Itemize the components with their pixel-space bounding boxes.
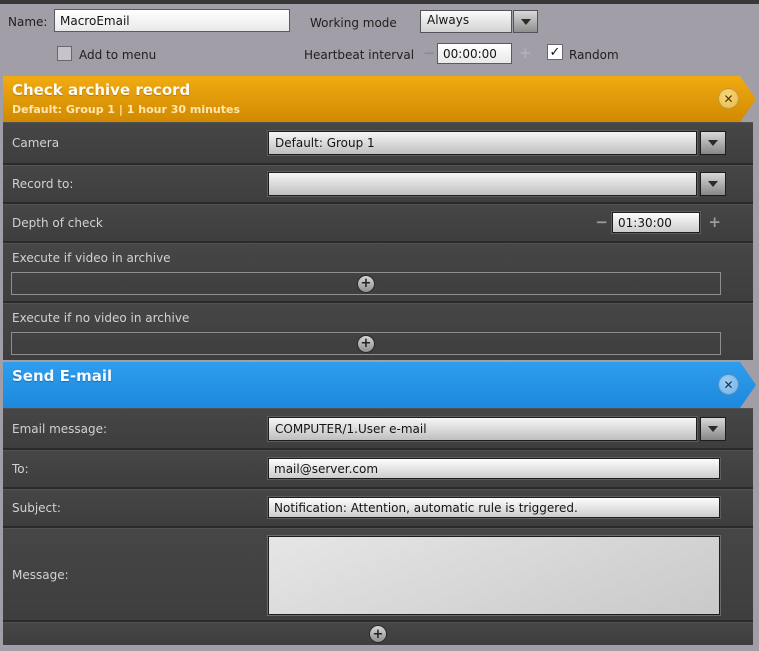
random-checkbox[interactable]: ✓ <box>547 44 563 60</box>
check-archive-close-button[interactable]: ✕ <box>718 88 739 109</box>
execute-if-video-row: Execute if video in archive + <box>3 243 753 301</box>
chevron-down-icon <box>708 140 718 146</box>
depth-of-check-label: Depth of check <box>12 216 103 230</box>
add-action-button[interactable]: + <box>357 275 375 293</box>
name-label: Name: <box>8 15 47 29</box>
subject-label: Subject: <box>12 501 61 515</box>
plus-icon: + <box>373 628 384 641</box>
message-textarea[interactable] <box>268 536 720 615</box>
add-action-button[interactable]: + <box>357 335 375 353</box>
plus-icon: + <box>361 337 372 350</box>
add-to-menu-checkbox[interactable] <box>57 46 72 61</box>
working-mode-select[interactable]: Always <box>420 10 512 33</box>
to-label: To: <box>12 462 29 476</box>
add-action-row: + <box>3 622 753 645</box>
to-row: To: <box>3 450 753 487</box>
working-mode-dropdown-button[interactable] <box>513 10 538 33</box>
email-message-select[interactable]: COMPUTER/1.User e-mail <box>268 417 697 441</box>
check-archive-header: Check archive record Default: Group 1 | … <box>3 76 756 122</box>
heartbeat-minus-button[interactable]: − <box>423 44 436 62</box>
execute-if-video-label: Execute if video in archive <box>12 251 171 265</box>
email-message-row: Email message: COMPUTER/1.User e-mail <box>3 408 753 448</box>
to-input[interactable] <box>268 458 720 479</box>
execute-if-no-video-row: Execute if no video in archive + <box>3 303 753 360</box>
check-archive-panel: Camera Default: Group 1 Record to: Depth… <box>3 122 753 360</box>
random-label: Random <box>569 48 619 62</box>
working-mode-label: Working mode <box>310 16 397 30</box>
email-message-dropdown-button[interactable] <box>700 417 726 441</box>
execute-if-no-video-label: Execute if no video in archive <box>12 311 189 325</box>
camera-row: Camera Default: Group 1 <box>3 122 753 163</box>
check-archive-subtitle: Default: Group 1 | 1 hour 30 minutes <box>12 103 756 116</box>
macro-editor: Name: Working mode Always Add to menu He… <box>0 0 759 651</box>
send-email-panel: Email message: COMPUTER/1.User e-mail To… <box>3 408 753 645</box>
add-action-button[interactable]: + <box>369 625 387 643</box>
depth-plus-button[interactable]: + <box>708 213 721 231</box>
record-to-label: Record to: <box>12 177 73 191</box>
send-email-close-button[interactable]: ✕ <box>718 374 739 395</box>
plus-icon: + <box>361 277 372 290</box>
record-to-select[interactable] <box>268 172 697 196</box>
send-email-header: Send E-mail ✕ <box>3 362 756 408</box>
camera-select[interactable]: Default: Group 1 <box>268 131 697 155</box>
execute-if-no-video-drop-zone[interactable]: + <box>11 332 721 355</box>
email-message-label: Email message: <box>12 422 107 436</box>
heartbeat-label: Heartbeat interval <box>304 48 414 62</box>
subject-input[interactable] <box>268 497 720 518</box>
chevron-down-icon <box>708 181 718 187</box>
record-to-row: Record to: <box>3 165 753 202</box>
depth-input[interactable] <box>612 212 700 233</box>
heartbeat-input[interactable] <box>437 43 512 64</box>
top-edge-strip <box>0 0 759 4</box>
subject-row: Subject: <box>3 489 753 526</box>
add-to-menu-label: Add to menu <box>79 48 156 62</box>
check-icon: ✓ <box>550 45 561 60</box>
heartbeat-plus-button[interactable]: + <box>519 44 532 62</box>
send-email-title: Send E-mail <box>12 367 756 385</box>
message-row: Message: <box>3 528 753 620</box>
record-to-dropdown-button[interactable] <box>700 172 726 196</box>
camera-label: Camera <box>12 136 59 150</box>
close-icon: ✕ <box>723 92 733 106</box>
depth-of-check-row: Depth of check − + <box>3 204 753 241</box>
chevron-down-icon <box>521 19 531 25</box>
check-archive-title: Check archive record <box>12 81 756 99</box>
close-icon: ✕ <box>723 378 733 392</box>
depth-minus-button[interactable]: − <box>595 213 608 231</box>
message-label: Message: <box>12 568 69 582</box>
chevron-down-icon <box>708 426 718 432</box>
execute-if-video-drop-zone[interactable]: + <box>11 272 721 295</box>
camera-dropdown-button[interactable] <box>700 131 726 155</box>
name-input[interactable] <box>54 9 290 32</box>
